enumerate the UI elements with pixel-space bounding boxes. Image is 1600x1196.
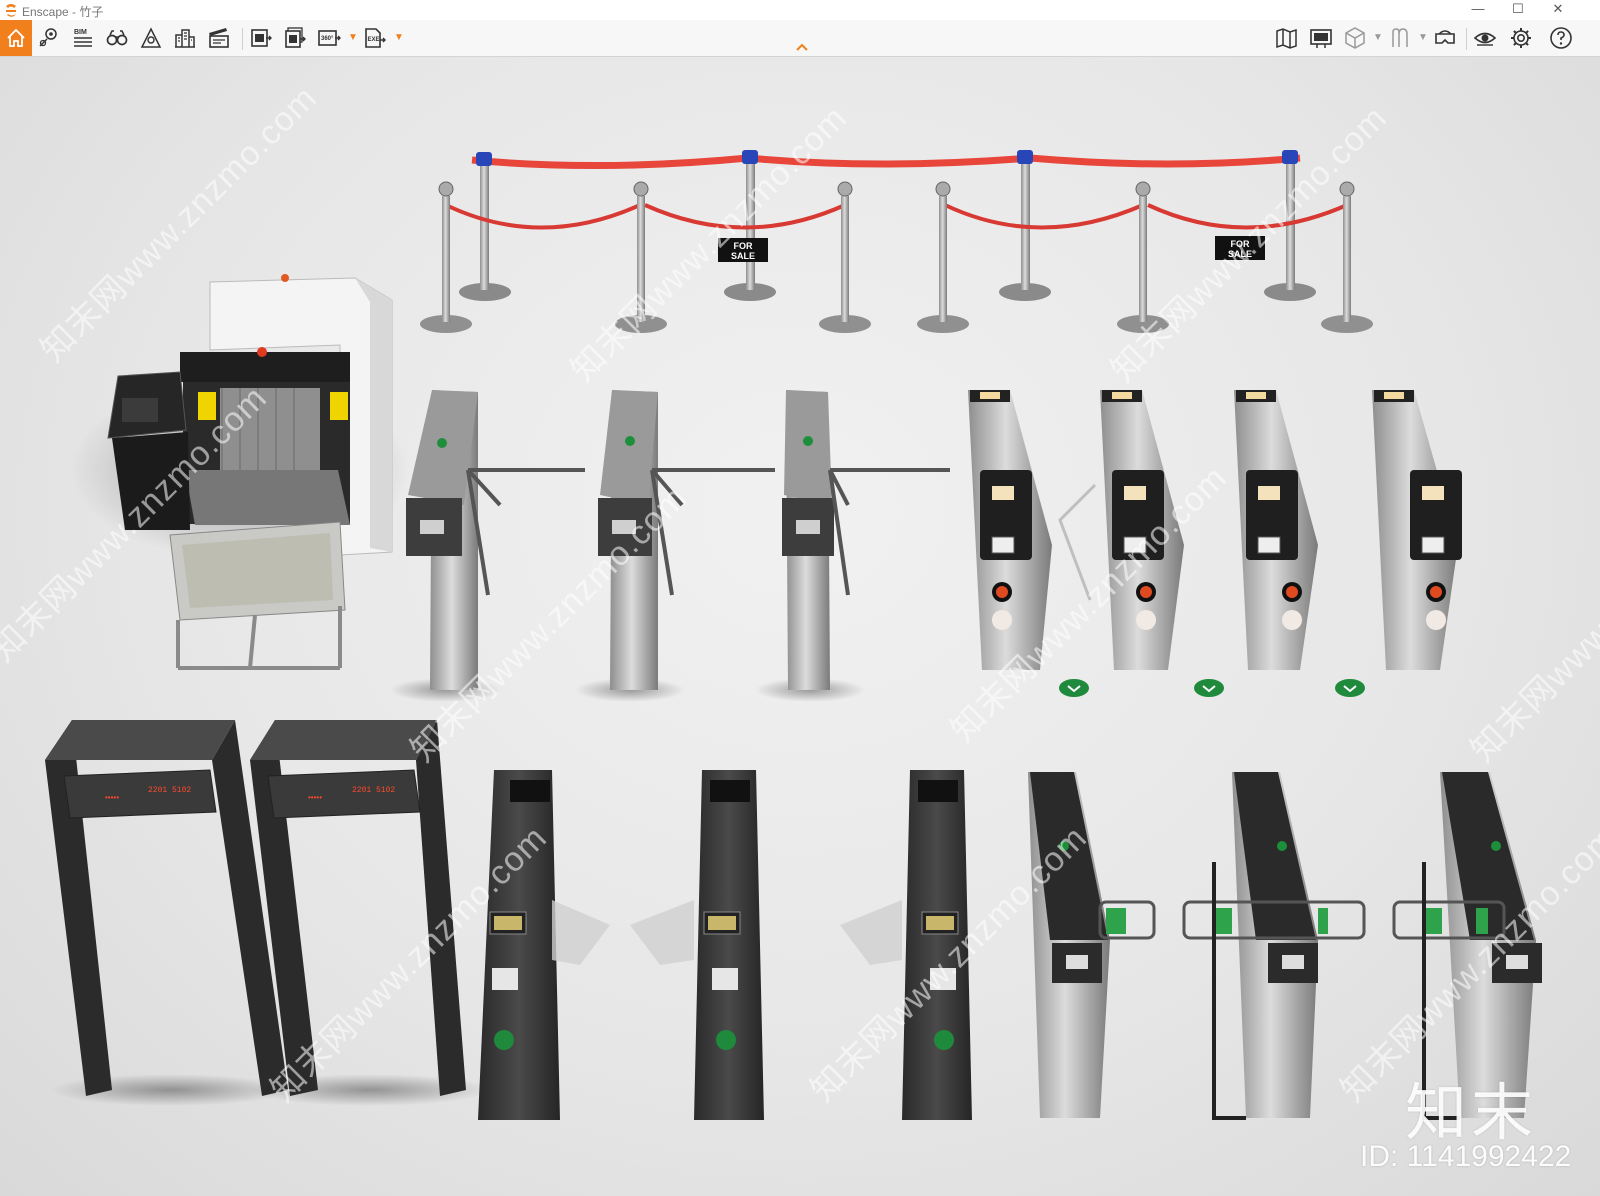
panorama-360-icon: 360° (318, 30, 341, 46)
settings-button[interactable] (1506, 23, 1536, 53)
watermark-logo: 知末 (1405, 1076, 1538, 1149)
objects-dropdown-chevron-icon[interactable]: ▼ (1373, 32, 1383, 43)
stanchion-post (420, 181, 472, 333)
screenshot-button[interactable] (246, 23, 276, 53)
views-button[interactable] (102, 23, 132, 53)
bim-button[interactable]: BIM (68, 23, 98, 53)
close-button[interactable]: ✕ (1538, 0, 1578, 20)
stanchion-post (1321, 181, 1373, 333)
window-title: Enscape - 竹子 (22, 5, 104, 19)
home-icon (7, 28, 25, 47)
asset-dropdown-chevron-icon[interactable]: ▼ (1418, 32, 1428, 43)
map-button[interactable] (1272, 23, 1302, 53)
location-pin-icon (39, 28, 57, 47)
exe-dropdown-chevron-icon[interactable]: ▼ (394, 32, 404, 43)
swing-barrier-gate (1028, 772, 1156, 1118)
exe-export-icon: EXE (365, 28, 386, 48)
billboard-button[interactable] (1306, 23, 1336, 53)
location-button[interactable] (34, 23, 64, 53)
maximize-button[interactable]: ☐ (1498, 0, 1538, 20)
bim-label: BIM (74, 29, 87, 36)
panorama-dropdown-chevron-icon[interactable]: ▼ (348, 32, 358, 43)
xray-baggage-scanner (70, 274, 410, 670)
image-id-label: ID: 1141992422 (1360, 1140, 1572, 1173)
toolbar-separator (242, 28, 243, 50)
enscape-app-icon (6, 4, 16, 17)
objects-button[interactable] (1340, 23, 1370, 53)
exe-label: EXE (368, 37, 380, 43)
sign-line-2: SALE (731, 251, 755, 261)
vr-button[interactable] (1430, 23, 1460, 53)
render-viewport[interactable]: FOR SALE FOR SALE ••••• 2201 5102 ••••• … (0, 57, 1600, 1196)
help-button[interactable] (1546, 23, 1576, 53)
billboard-icon (1310, 29, 1332, 48)
bim-icon: BIM (74, 29, 92, 47)
asset-library-icon (1392, 28, 1408, 47)
lane-indicator-markers (1059, 679, 1365, 697)
detector-led-dots: ••••• (308, 793, 322, 802)
stanchion-post (459, 152, 511, 301)
toolbar-separator-right (1466, 28, 1467, 50)
batch-render-button[interactable] (280, 23, 310, 53)
clapperboard-icon (209, 28, 229, 48)
title-bar: Enscape - 竹子 — ☐ ✕ (0, 0, 1600, 20)
screenshot-export-icon (251, 29, 272, 47)
swing-gate-lane (1234, 390, 1318, 670)
collapse-toolbar-chevron-icon[interactable] (795, 42, 809, 52)
exe-export-button[interactable]: EXE (360, 23, 390, 53)
scene-render: FOR SALE FOR SALE ••••• 2201 5102 ••••• … (45, 150, 1542, 1120)
map-icon (1276, 28, 1297, 49)
binoculars-icon (106, 30, 128, 46)
help-icon (1550, 27, 1572, 49)
stanchion-post (917, 181, 969, 333)
sun-path-icon (140, 27, 162, 48)
panorama-button[interactable]: 360° (314, 23, 344, 53)
view-settings-button[interactable] (1470, 23, 1500, 53)
minimize-button[interactable]: — (1458, 0, 1498, 20)
gear-icon (1511, 28, 1531, 48)
vr-headset-icon (1435, 30, 1455, 44)
batch-export-icon (285, 27, 306, 48)
flap-barrier-gate (478, 770, 610, 1120)
swing-gate-lane (1372, 390, 1462, 670)
home-button[interactable] (0, 20, 32, 56)
detector-readout: 2201 5102 (352, 786, 395, 795)
cube-icon (1345, 27, 1365, 49)
detector-led-dots: ••••• (105, 793, 119, 802)
buildings-button[interactable] (170, 23, 200, 53)
eye-icon (1473, 32, 1497, 46)
stanchion-post (819, 181, 871, 333)
buildings-icon (175, 29, 195, 48)
atmosphere-button[interactable] (136, 23, 166, 53)
detector-readout: 2201 5102 (148, 786, 191, 795)
tripod-turnstile (755, 390, 950, 702)
video-editor-button[interactable] (204, 23, 234, 53)
panorama-label: 360° (321, 36, 334, 42)
asset-library-button[interactable] (1386, 23, 1416, 53)
flap-barrier-gate (630, 770, 764, 1120)
